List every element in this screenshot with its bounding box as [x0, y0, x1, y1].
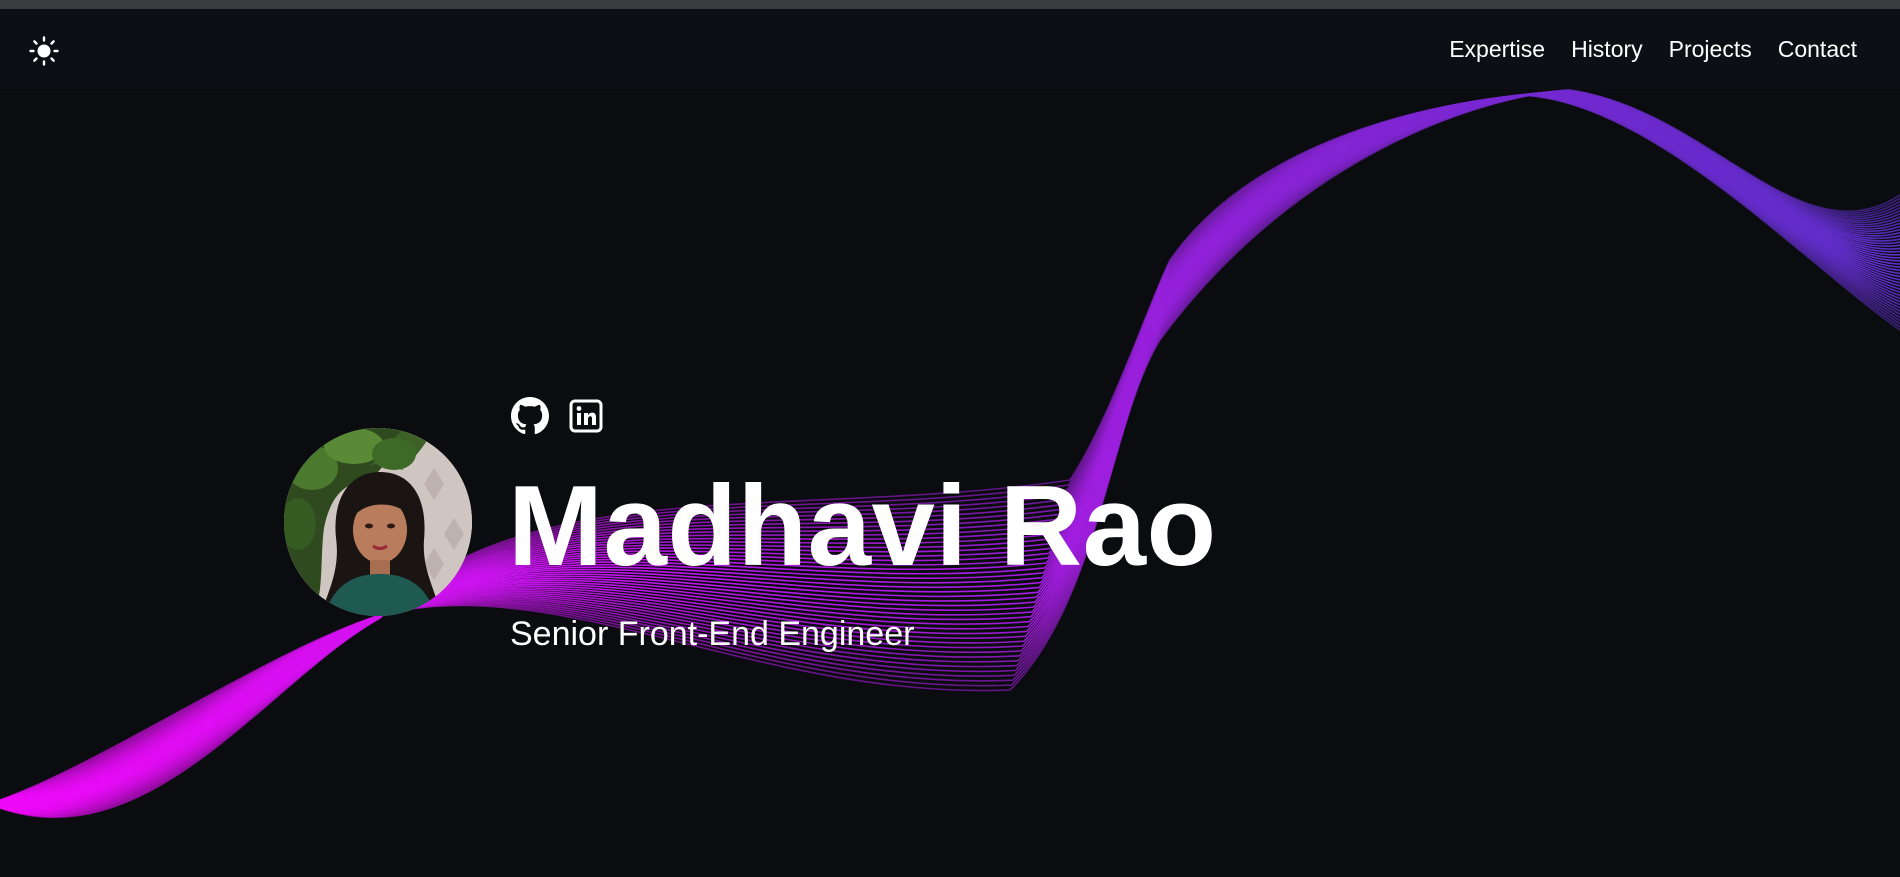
hero-role: Senior Front-End Engineer [510, 615, 915, 653]
linkedin-icon [569, 399, 603, 433]
navbar: Expertise History Projects Contact [0, 9, 1900, 89]
hero-section: Madhavi Rao Senior Front-End Engineer [0, 0, 1900, 877]
sun-icon [29, 36, 59, 66]
nav-link-projects[interactable]: Projects [1669, 36, 1752, 63]
theme-toggle-button[interactable] [26, 33, 62, 69]
linkedin-link[interactable] [566, 396, 606, 436]
profile-photo [284, 428, 472, 616]
github-icon [511, 397, 549, 435]
nav-links: Expertise History Projects Contact [1449, 9, 1857, 89]
nav-link-expertise[interactable]: Expertise [1449, 36, 1545, 63]
nav-link-contact[interactable]: Contact [1778, 36, 1857, 63]
social-links [510, 396, 606, 436]
github-link[interactable] [510, 396, 550, 436]
hero-name: Madhavi Rao [508, 463, 1217, 590]
nav-link-history[interactable]: History [1571, 36, 1643, 63]
profile-avatar [284, 428, 472, 616]
